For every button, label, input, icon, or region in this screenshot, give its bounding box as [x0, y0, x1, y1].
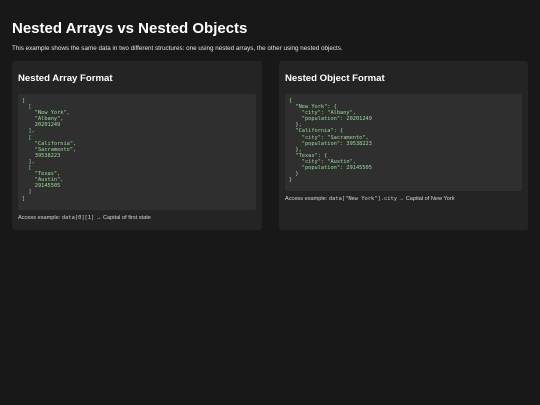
nested-array-heading: Nested Array Format — [18, 73, 113, 84]
page: Nested Arrays vs Nested Objects This exa… — [0, 0, 540, 405]
page-intro: This example shows the same data in two … — [12, 45, 343, 52]
nested-array-card: Nested Array Format [ [ "New York", "Alb… — [12, 61, 262, 230]
nested-object-code: { "New York": { "city": "Albany", "popul… — [289, 98, 372, 184]
nested-object-code-block[interactable]: { "New York": { "city": "Albany", "popul… — [285, 94, 522, 191]
nested-array-code-block[interactable]: [ [ "New York", "Albany", 20201249 ], [ … — [18, 94, 256, 210]
nested-object-heading: Nested Object Format — [285, 73, 385, 84]
nested-array-code: [ [ "New York", "Albany", 20201249 ], [ … — [22, 98, 77, 202]
nested-object-access-example: Access example: data["New York"].city → … — [285, 196, 522, 203]
access-suffix: → Capital of first state — [94, 215, 151, 221]
nested-array-access-example: Access example: data[0][1] → Capital of … — [18, 215, 256, 222]
page-title: Nested Arrays vs Nested Objects — [12, 20, 248, 37]
access-prefix: Access example: — [18, 215, 62, 221]
access-code: data[0][1] — [61, 215, 95, 221]
access-code: data["New York"].city — [328, 196, 397, 202]
access-prefix: Access example: — [285, 196, 329, 202]
access-suffix: → Capital of New York — [397, 196, 455, 202]
nested-object-card: Nested Object Format { "New York": { "ci… — [279, 61, 528, 230]
